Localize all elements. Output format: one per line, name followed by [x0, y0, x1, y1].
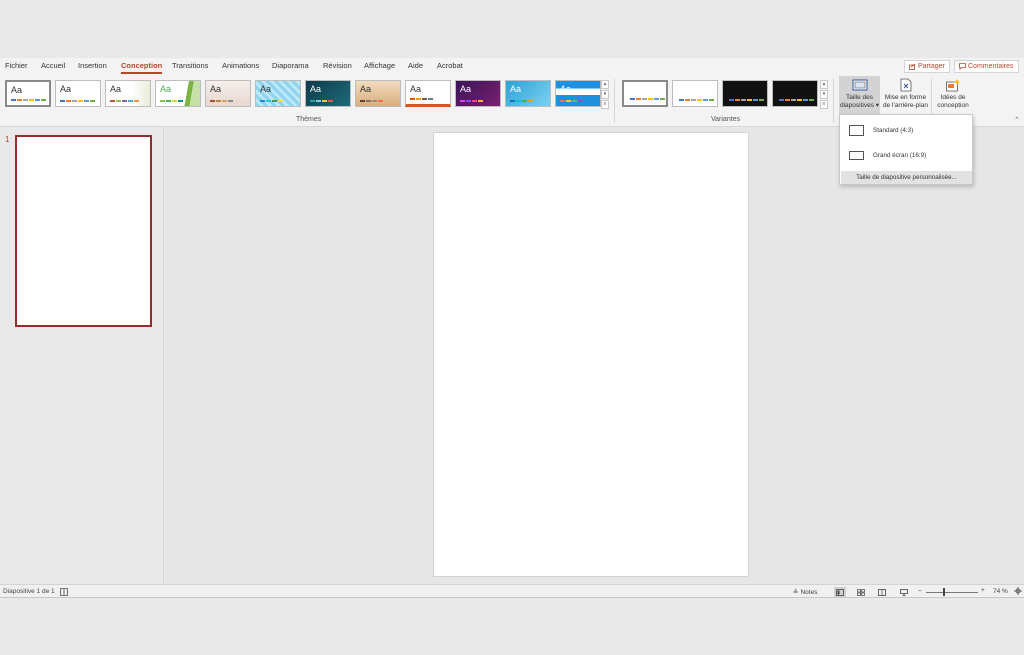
share-button[interactable]: Partager	[904, 60, 950, 73]
slide-size-label-2: diapositives ▾	[839, 101, 880, 109]
share-label: Partager	[918, 63, 945, 70]
variants-more-icon[interactable]: ≡	[820, 100, 828, 109]
gallery-up-icon[interactable]: ▴	[601, 80, 609, 89]
standard-ratio-icon	[849, 124, 864, 136]
slideshow-icon[interactable]	[898, 587, 910, 597]
variant-4[interactable]	[772, 80, 818, 107]
status-bar: Diapositive 1 de 1 ≜ Notes – + 74 %	[0, 584, 1024, 598]
theme-berlin[interactable]: Aa	[305, 80, 351, 107]
format-background-label-2: de l'arrière-plan	[883, 101, 928, 109]
notes-label: Notes	[800, 588, 818, 596]
variants-up-icon[interactable]: ▴	[820, 80, 828, 89]
format-background-label-1: Mise en forme	[884, 94, 927, 101]
format-background-button[interactable]: Mise en forme de l'arrière-plan	[882, 76, 929, 117]
slide-size-icon	[852, 78, 868, 92]
theme-office-2[interactable]: Aa	[55, 80, 101, 107]
share-icon	[909, 63, 916, 70]
theme-motif[interactable]: Aa	[255, 80, 301, 107]
slide-size-dropdown: Standard (4:3) Grand écran (16:9) Taille…	[839, 114, 973, 185]
slide-counter: Diapositive 1 de 1	[3, 588, 55, 595]
notes-button[interactable]: ≜ Notes	[793, 588, 818, 597]
group-separator	[614, 79, 615, 123]
accessibility-icon[interactable]	[60, 588, 68, 596]
slide-sorter-icon[interactable]	[855, 587, 867, 597]
themes-group-label: Thèmes	[296, 116, 322, 123]
widescreen-ratio-icon	[849, 150, 864, 160]
zoom-in-button[interactable]: +	[981, 587, 985, 594]
variant-3[interactable]	[722, 80, 768, 107]
theme-vapeur[interactable]: Aa	[455, 80, 501, 107]
slide-size-button[interactable]: Taille des diapositives ▾	[839, 76, 880, 117]
tab-insertion[interactable]: Insertion	[78, 61, 107, 70]
variants-gallery-scroll[interactable]: ▴ ▾ ≡	[820, 80, 828, 109]
zoom-out-button[interactable]: –	[918, 587, 922, 594]
slide-number: 1	[5, 135, 10, 144]
design-ideas-button[interactable]: Idées de conception	[934, 76, 972, 117]
slide-thumbnail[interactable]	[15, 135, 152, 327]
themes-gallery-scroll[interactable]: ▴ ▾ ≡	[601, 80, 609, 109]
theme-ion[interactable]: Aa	[155, 80, 201, 107]
tab-conception[interactable]: Conception	[121, 61, 163, 74]
slide-size-label-1: Taille des	[845, 94, 874, 101]
variant-1[interactable]	[622, 80, 668, 107]
slide-size-custom[interactable]: Taille de diapositive personnalisée...	[841, 171, 972, 184]
tab-affichage[interactable]: Affichage	[364, 61, 395, 70]
notes-icon: ≜	[793, 589, 799, 596]
format-background-icon	[898, 78, 914, 92]
theme-office[interactable]: Aa	[5, 80, 51, 107]
slide-size-widescreen[interactable]: Grand écran (16:9)	[840, 149, 972, 161]
design-ideas-label-2: conception	[937, 101, 969, 109]
slide-size-standard[interactable]: Standard (4:3)	[840, 123, 972, 137]
theme-facette[interactable]: Aa	[105, 80, 151, 107]
slide-editor	[165, 127, 1024, 584]
comment-icon	[959, 63, 966, 70]
theme-organique[interactable]: Aa	[205, 80, 251, 107]
comments-label: Commentaires	[968, 63, 1014, 70]
collapse-ribbon-icon[interactable]: ⌃	[1014, 116, 1020, 124]
slide-thumbnail-pane: 1	[0, 127, 164, 584]
normal-view-icon[interactable]	[834, 587, 846, 597]
tab-accueil[interactable]: Accueil	[41, 61, 65, 70]
standard-label: Standard (4:3)	[873, 126, 914, 134]
zoom-slider-thumb[interactable]	[943, 588, 945, 596]
tab-acrobat[interactable]: Acrobat	[437, 61, 463, 70]
theme-savon[interactable]: Aa	[405, 80, 451, 107]
zoom-level[interactable]: 74 %	[993, 588, 1008, 595]
gallery-down-icon[interactable]: ▾	[601, 90, 609, 99]
widescreen-label: Grand écran (16:9)	[873, 151, 927, 159]
tab-revision[interactable]: Révision	[323, 61, 352, 70]
theme-cadrage[interactable]: Aa	[505, 80, 551, 107]
tab-transitions[interactable]: Transitions	[172, 61, 208, 70]
slide-canvas[interactable]	[433, 132, 749, 577]
reading-view-icon[interactable]	[876, 587, 888, 597]
variants-down-icon[interactable]: ▾	[820, 90, 828, 99]
tab-aide[interactable]: Aide	[408, 61, 423, 70]
theme-dividende[interactable]: Aa	[555, 80, 601, 107]
zoom-slider[interactable]	[926, 592, 978, 593]
tab-fichier[interactable]: Fichier	[5, 61, 28, 70]
comments-button[interactable]: Commentaires	[954, 60, 1019, 73]
tab-animations[interactable]: Animations	[222, 61, 259, 70]
gallery-more-icon[interactable]: ≡	[601, 100, 609, 109]
tab-diaporama[interactable]: Diaporama	[272, 61, 309, 70]
fit-slide-icon[interactable]	[1014, 587, 1022, 595]
group-separator	[833, 79, 834, 123]
design-ideas-label-1: Idées de	[940, 94, 966, 101]
ribbon-tab-bar: Fichier Accueil Insertion Conception Tra…	[0, 58, 1024, 76]
theme-bois[interactable]: Aa	[355, 80, 401, 107]
design-ideas-icon	[945, 78, 961, 92]
variants-group-label: Variantes	[711, 116, 741, 123]
variant-2[interactable]	[672, 80, 718, 107]
